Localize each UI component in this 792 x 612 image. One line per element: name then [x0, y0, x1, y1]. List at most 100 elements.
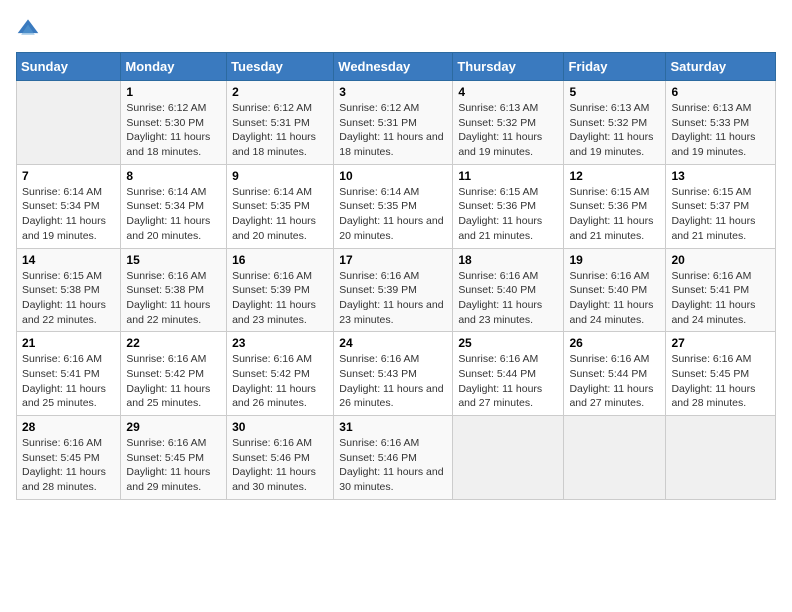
day-number: 20 [671, 253, 770, 267]
day-cell: 17 Sunrise: 6:16 AM Sunset: 5:39 PM Dayli… [334, 248, 453, 332]
day-cell: 14 Sunrise: 6:15 AM Sunset: 5:38 PM Dayli… [17, 248, 121, 332]
day-number: 12 [569, 169, 660, 183]
column-header-saturday: Saturday [666, 53, 776, 81]
day-number: 6 [671, 85, 770, 99]
day-number: 3 [339, 85, 447, 99]
day-info: Sunrise: 6:14 AM Sunset: 5:35 PM Dayligh… [232, 185, 328, 244]
day-number: 13 [671, 169, 770, 183]
day-cell: 19 Sunrise: 6:16 AM Sunset: 5:40 PM Dayli… [564, 248, 666, 332]
day-info: Sunrise: 6:16 AM Sunset: 5:42 PM Dayligh… [232, 352, 328, 411]
day-info: Sunrise: 6:16 AM Sunset: 5:38 PM Dayligh… [126, 269, 221, 328]
day-cell [453, 416, 564, 500]
day-number: 1 [126, 85, 221, 99]
day-info: Sunrise: 6:16 AM Sunset: 5:45 PM Dayligh… [22, 436, 115, 495]
day-cell [564, 416, 666, 500]
column-header-tuesday: Tuesday [227, 53, 334, 81]
day-cell: 5 Sunrise: 6:13 AM Sunset: 5:32 PM Daylig… [564, 81, 666, 165]
day-cell: 22 Sunrise: 6:16 AM Sunset: 5:42 PM Dayli… [121, 332, 227, 416]
day-cell: 30 Sunrise: 6:16 AM Sunset: 5:46 PM Dayli… [227, 416, 334, 500]
column-header-monday: Monday [121, 53, 227, 81]
day-number: 5 [569, 85, 660, 99]
day-info: Sunrise: 6:14 AM Sunset: 5:35 PM Dayligh… [339, 185, 447, 244]
day-info: Sunrise: 6:16 AM Sunset: 5:45 PM Dayligh… [126, 436, 221, 495]
day-cell: 23 Sunrise: 6:16 AM Sunset: 5:42 PM Dayli… [227, 332, 334, 416]
day-number: 16 [232, 253, 328, 267]
column-header-thursday: Thursday [453, 53, 564, 81]
day-info: Sunrise: 6:14 AM Sunset: 5:34 PM Dayligh… [126, 185, 221, 244]
column-header-friday: Friday [564, 53, 666, 81]
day-cell: 3 Sunrise: 6:12 AM Sunset: 5:31 PM Daylig… [334, 81, 453, 165]
day-cell: 9Sunrise: 6:14 AM Sunset: 5:35 PM Daylig… [227, 164, 334, 248]
day-info: Sunrise: 6:16 AM Sunset: 5:41 PM Dayligh… [671, 269, 770, 328]
day-number: 11 [458, 169, 558, 183]
day-cell: 7 Sunrise: 6:14 AM Sunset: 5:34 PM Daylig… [17, 164, 121, 248]
day-info: Sunrise: 6:15 AM Sunset: 5:37 PM Dayligh… [671, 185, 770, 244]
day-cell: 20 Sunrise: 6:16 AM Sunset: 5:41 PM Dayli… [666, 248, 776, 332]
calendar-body: 1 Sunrise: 6:12 AM Sunset: 5:30 PM Daylig… [17, 81, 776, 500]
day-info: Sunrise: 6:14 AM Sunset: 5:34 PM Dayligh… [22, 185, 115, 244]
day-number: 28 [22, 420, 115, 434]
day-number: 21 [22, 336, 115, 350]
day-cell [17, 81, 121, 165]
day-cell: 13 Sunrise: 6:15 AM Sunset: 5:37 PM Dayli… [666, 164, 776, 248]
day-cell: 18Sunrise: 6:16 AM Sunset: 5:40 PM Dayli… [453, 248, 564, 332]
day-info: Sunrise: 6:13 AM Sunset: 5:32 PM Dayligh… [569, 101, 660, 160]
day-info: Sunrise: 6:13 AM Sunset: 5:32 PM Dayligh… [458, 101, 558, 160]
day-info: Sunrise: 6:16 AM Sunset: 5:46 PM Dayligh… [232, 436, 328, 495]
page-header [16, 16, 776, 40]
day-cell: 28 Sunrise: 6:16 AM Sunset: 5:45 PM Dayli… [17, 416, 121, 500]
day-cell: 12Sunrise: 6:15 AM Sunset: 5:36 PM Dayli… [564, 164, 666, 248]
day-cell: 2 Sunrise: 6:12 AM Sunset: 5:31 PM Daylig… [227, 81, 334, 165]
day-number: 22 [126, 336, 221, 350]
week-row-4: 21 Sunrise: 6:16 AM Sunset: 5:41 PM Dayli… [17, 332, 776, 416]
day-cell: 1 Sunrise: 6:12 AM Sunset: 5:30 PM Daylig… [121, 81, 227, 165]
calendar-table: SundayMondayTuesdayWednesdayThursdayFrid… [16, 52, 776, 500]
week-row-5: 28 Sunrise: 6:16 AM Sunset: 5:45 PM Dayli… [17, 416, 776, 500]
day-info: Sunrise: 6:16 AM Sunset: 5:40 PM Dayligh… [569, 269, 660, 328]
day-info: Sunrise: 6:16 AM Sunset: 5:39 PM Dayligh… [232, 269, 328, 328]
day-number: 4 [458, 85, 558, 99]
day-cell: 25 Sunrise: 6:16 AM Sunset: 5:44 PM Dayli… [453, 332, 564, 416]
day-cell: 8Sunrise: 6:14 AM Sunset: 5:34 PM Daylig… [121, 164, 227, 248]
day-number: 7 [22, 169, 115, 183]
day-cell: 15 Sunrise: 6:16 AM Sunset: 5:38 PM Dayli… [121, 248, 227, 332]
day-info: Sunrise: 6:15 AM Sunset: 5:38 PM Dayligh… [22, 269, 115, 328]
day-info: Sunrise: 6:16 AM Sunset: 5:43 PM Dayligh… [339, 352, 447, 411]
column-header-wednesday: Wednesday [334, 53, 453, 81]
day-number: 15 [126, 253, 221, 267]
week-row-2: 7 Sunrise: 6:14 AM Sunset: 5:34 PM Daylig… [17, 164, 776, 248]
column-header-sunday: Sunday [17, 53, 121, 81]
day-info: Sunrise: 6:13 AM Sunset: 5:33 PM Dayligh… [671, 101, 770, 160]
day-number: 29 [126, 420, 221, 434]
day-number: 14 [22, 253, 115, 267]
day-number: 30 [232, 420, 328, 434]
day-number: 2 [232, 85, 328, 99]
day-info: Sunrise: 6:16 AM Sunset: 5:44 PM Dayligh… [458, 352, 558, 411]
day-cell: 24 Sunrise: 6:16 AM Sunset: 5:43 PM Dayli… [334, 332, 453, 416]
day-cell: 6 Sunrise: 6:13 AM Sunset: 5:33 PM Daylig… [666, 81, 776, 165]
day-info: Sunrise: 6:15 AM Sunset: 5:36 PM Dayligh… [458, 185, 558, 244]
day-info: Sunrise: 6:16 AM Sunset: 5:46 PM Dayligh… [339, 436, 447, 495]
day-info: Sunrise: 6:16 AM Sunset: 5:42 PM Dayligh… [126, 352, 221, 411]
day-number: 23 [232, 336, 328, 350]
week-row-3: 14 Sunrise: 6:15 AM Sunset: 5:38 PM Dayli… [17, 248, 776, 332]
day-info: Sunrise: 6:12 AM Sunset: 5:31 PM Dayligh… [232, 101, 328, 160]
day-info: Sunrise: 6:16 AM Sunset: 5:45 PM Dayligh… [671, 352, 770, 411]
day-info: Sunrise: 6:16 AM Sunset: 5:39 PM Dayligh… [339, 269, 447, 328]
week-row-1: 1 Sunrise: 6:12 AM Sunset: 5:30 PM Daylig… [17, 81, 776, 165]
day-info: Sunrise: 6:12 AM Sunset: 5:31 PM Dayligh… [339, 101, 447, 160]
day-number: 10 [339, 169, 447, 183]
day-cell [666, 416, 776, 500]
day-info: Sunrise: 6:16 AM Sunset: 5:41 PM Dayligh… [22, 352, 115, 411]
day-cell: 31Sunrise: 6:16 AM Sunset: 5:46 PM Dayli… [334, 416, 453, 500]
day-cell: 10 Sunrise: 6:14 AM Sunset: 5:35 PM Dayli… [334, 164, 453, 248]
day-info: Sunrise: 6:12 AM Sunset: 5:30 PM Dayligh… [126, 101, 221, 160]
day-number: 24 [339, 336, 447, 350]
day-number: 27 [671, 336, 770, 350]
day-number: 17 [339, 253, 447, 267]
day-cell: 21 Sunrise: 6:16 AM Sunset: 5:41 PM Dayli… [17, 332, 121, 416]
day-cell: 4 Sunrise: 6:13 AM Sunset: 5:32 PM Daylig… [453, 81, 564, 165]
day-cell: 26Sunrise: 6:16 AM Sunset: 5:44 PM Dayli… [564, 332, 666, 416]
day-number: 19 [569, 253, 660, 267]
day-number: 25 [458, 336, 558, 350]
